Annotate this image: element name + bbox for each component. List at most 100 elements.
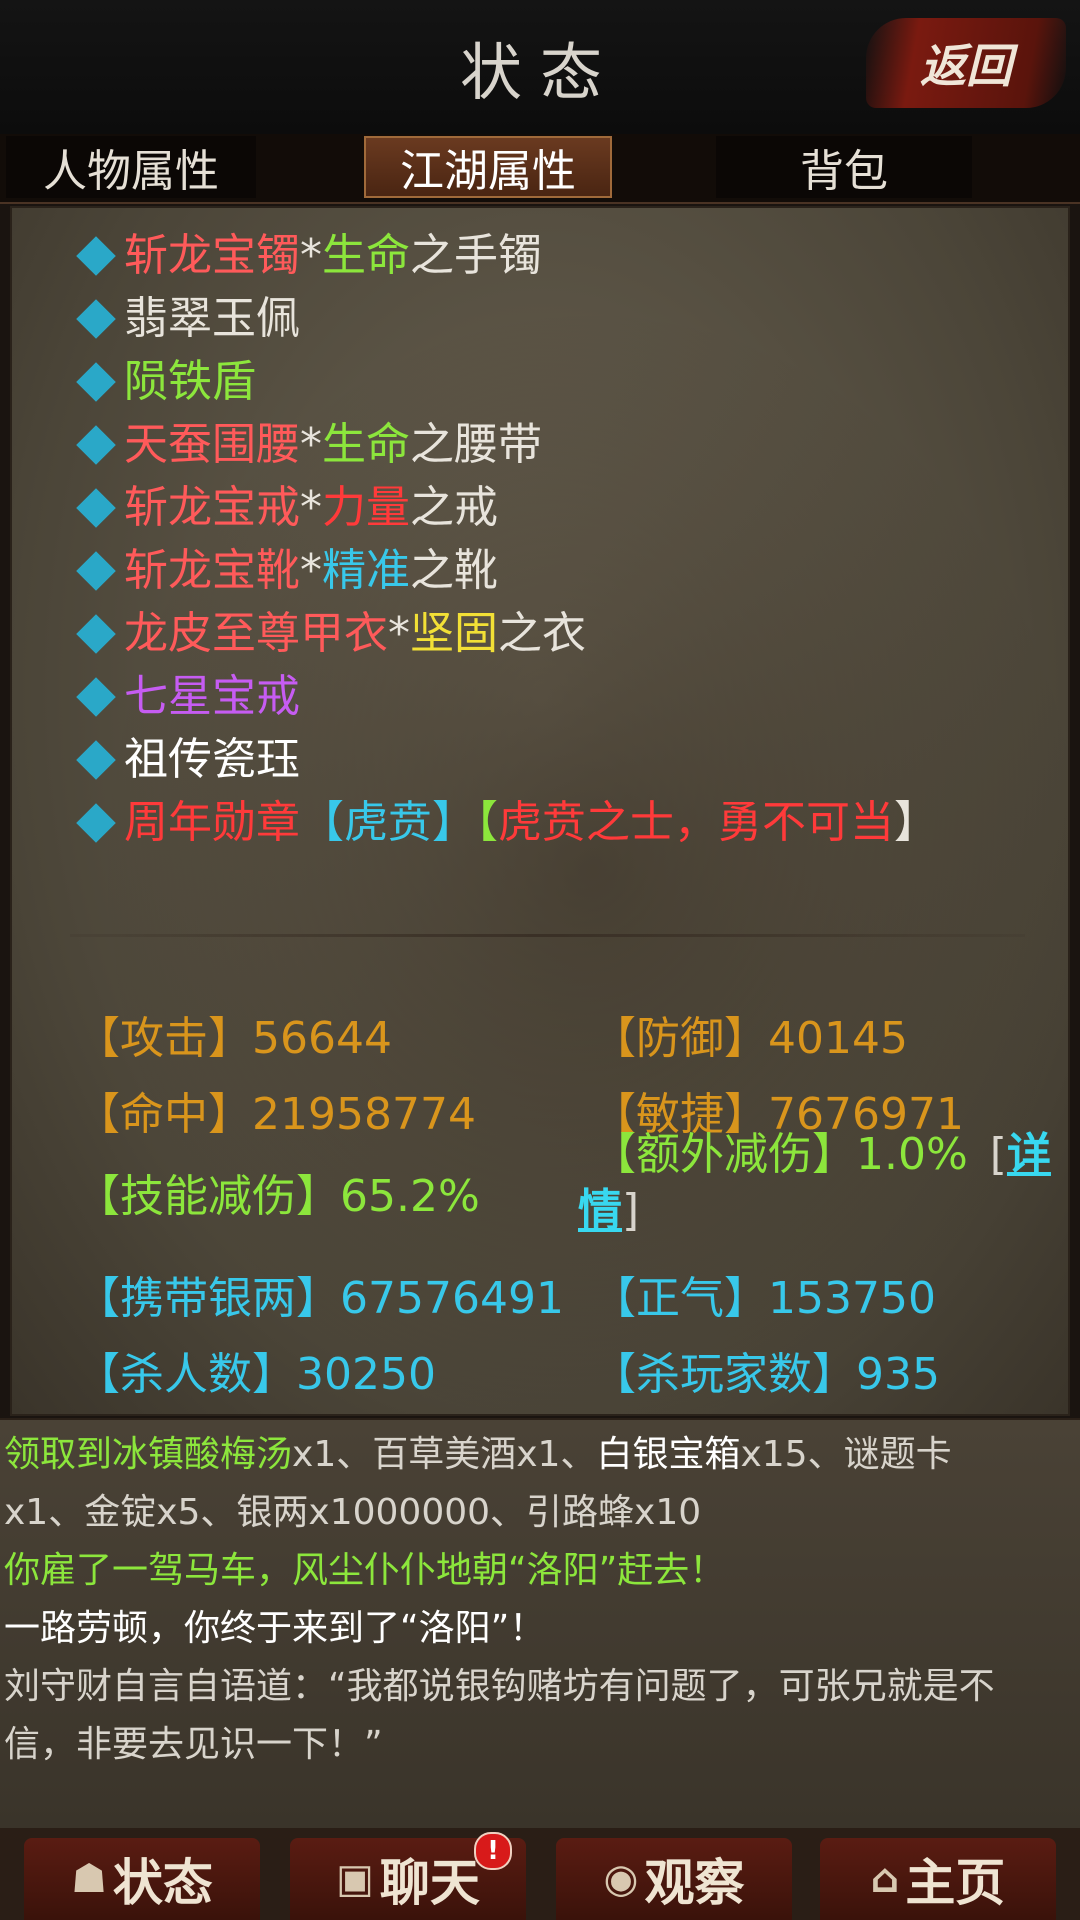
log-line-rewards: 领取到冰镇酸梅汤x1、百草美酒x1、白银宝箱x15、谜题卡 <box>4 1426 952 1484</box>
equipment-item[interactable]: 天蚕围腰*生命之腰带 <box>74 413 938 476</box>
stat-value: 153750 <box>768 1273 936 1324</box>
diamond-bullet-icon <box>76 236 116 276</box>
nav-chat-button[interactable]: ▣ 聊天 ! <box>290 1832 526 1920</box>
equipment-name-part: 】 <box>894 797 938 848</box>
equipment-name-part: 斩龙宝镯 <box>124 230 300 281</box>
log-text-part: x1、百草美酒x1、 <box>292 1434 597 1475</box>
stat-label: 【技能减伤】 <box>76 1171 340 1222</box>
diamond-bullet-icon <box>76 677 116 717</box>
equipment-name-part: 斩龙宝靴 <box>124 545 300 596</box>
equipment-name-part: 生命 <box>322 230 410 281</box>
diamond-bullet-icon <box>76 299 116 339</box>
stat-skill-damage-reduction: 【技能减伤】65.2% <box>76 1160 480 1224</box>
eye-icon: ◉ <box>603 1856 639 1902</box>
stat-kills: 【杀人数】30250 <box>76 1338 436 1402</box>
equipment-name-part: 之手镯 <box>410 230 542 281</box>
stat-extra-damage-reduction: 【额外减伤】1.0% [详 <box>592 1118 1051 1182</box>
equipment-item[interactable]: 龙皮至尊甲衣*坚固之衣 <box>74 602 938 665</box>
equipment-item[interactable]: 祖传瓷珏 <box>74 728 938 791</box>
nav-home-button[interactable]: ⌂ 主页 <box>820 1838 1056 1920</box>
equipment-item[interactable]: 斩龙宝靴*精准之靴 <box>74 539 938 602</box>
nav-status-button[interactable]: ☗ 状态 <box>24 1838 260 1920</box>
tab-character-attributes[interactable]: 人物属性 <box>6 136 256 198</box>
diamond-bullet-icon <box>76 488 116 528</box>
details-link[interactable]: 情 <box>578 1185 622 1236</box>
equipment-name-part: 虎贲之士，勇不可当 <box>498 797 894 848</box>
stat-value: 40145 <box>768 1013 908 1064</box>
equipment-name-part: * <box>388 608 410 659</box>
stat-silver: 【携带银两】67576491 <box>76 1262 564 1326</box>
tab-backpack[interactable]: 背包 <box>716 136 972 198</box>
diamond-bullet-icon <box>76 425 116 465</box>
equipment-name-part: 【虎贲】 <box>300 797 476 848</box>
equipment-name-part: 【 <box>476 797 498 848</box>
nav-label: 观察 <box>644 1854 745 1912</box>
equipment-name-part: 之戒 <box>410 482 498 533</box>
diamond-bullet-icon <box>76 614 116 654</box>
stat-value: 21958774 <box>252 1089 476 1140</box>
equipment-name-part: 坚固 <box>410 608 498 659</box>
equipment-name-part: 之衣 <box>498 608 586 659</box>
stat-label: 【攻击】 <box>76 1013 252 1064</box>
equipment-item[interactable]: 周年勋章【虎贲】【虎贲之士，勇不可当】 <box>74 791 938 854</box>
details-link[interactable]: 详 <box>1007 1129 1051 1180</box>
equipment-name-part: 周年勋章 <box>124 797 300 848</box>
attributes-panel: 斩龙宝镯*生命之手镯 翡翠玉佩 陨铁盾 天蚕围腰*生命之腰带 斩龙宝戒*力量之戒 斩龙宝靴… <box>10 206 1070 1416</box>
equipment-item[interactable]: 斩龙宝镯*生命之手镯 <box>74 224 938 287</box>
equipment-item[interactable]: 斩龙宝戒*力量之戒 <box>74 476 938 539</box>
equipment-name-part: 天蚕围腰 <box>124 419 300 470</box>
equipment-name-part: 生命 <box>322 419 410 470</box>
equipment-name-part: 翡翠玉佩 <box>124 293 300 344</box>
back-button[interactable]: 返回 <box>866 18 1066 108</box>
details-link-continued: 情] <box>578 1174 639 1238</box>
stat-righteousness: 【正气】153750 <box>592 1262 936 1326</box>
stat-label: 【防御】 <box>592 1013 768 1064</box>
stat-value: 1.0% <box>856 1129 968 1180</box>
log-line-rewards-cont: x1、金锭x5、银两x1000000、引路蜂x10 <box>4 1492 702 1533</box>
stat-label: 【杀人数】 <box>76 1349 296 1400</box>
person-icon: ☗ <box>71 1856 107 1902</box>
equipment-item[interactable]: 七星宝戒 <box>74 665 938 728</box>
tab-jianghu-attributes[interactable]: 江湖属性 <box>364 136 612 198</box>
equipment-name-part: 祖传瓷珏 <box>124 734 300 785</box>
header: 状态 返回 <box>0 0 1080 136</box>
log-line-arrived: 一路劳顿，你终于来到了“洛阳”！ <box>4 1608 546 1649</box>
equipment-name-part: 精准 <box>322 545 410 596</box>
stat-value: 65.2% <box>340 1171 480 1222</box>
log-text-part: 领取到冰镇酸梅汤 <box>4 1434 293 1475</box>
chat-icon: ▣ <box>336 1856 374 1902</box>
equipment-name-part: 陨铁盾 <box>124 356 256 407</box>
stat-value: 67576491 <box>340 1273 564 1324</box>
equipment-list: 斩龙宝镯*生命之手镯 翡翠玉佩 陨铁盾 天蚕围腰*生命之腰带 斩龙宝戒*力量之戒 斩龙宝靴… <box>74 224 938 854</box>
equipment-name-part: 斩龙宝戒 <box>124 482 300 533</box>
equipment-name-part: * <box>300 482 322 533</box>
diamond-bullet-icon <box>76 362 116 402</box>
stat-value: 56644 <box>252 1013 392 1064</box>
log-line-npc-speech: 刘守财自言自语道：“我都说银钩赌坊有问题了，可张兄就是不 <box>4 1666 995 1707</box>
message-log: 领取到冰镇酸梅汤x1、百草美酒x1、白银宝箱x15、谜题卡 x1、金锭x5、银两… <box>0 1418 1080 1830</box>
log-line-npc-speech-cont: 信，非要去见识一下！” <box>4 1724 383 1765</box>
equipment-name-part: 之靴 <box>410 545 498 596</box>
equipment-name-part: 七星宝戒 <box>124 671 300 722</box>
divider <box>70 934 1025 937</box>
equipment-name-part: * <box>300 545 322 596</box>
bracket: [ <box>989 1129 1007 1180</box>
equipment-item[interactable]: 翡翠玉佩 <box>74 287 938 350</box>
stat-label: 【携带银两】 <box>76 1273 340 1324</box>
nav-observe-button[interactable]: ◉ 观察 <box>556 1838 792 1920</box>
equipment-name-part: 之腰带 <box>410 419 542 470</box>
equipment-name-part: 龙皮至尊甲衣 <box>124 608 388 659</box>
stat-attack: 【攻击】56644 <box>76 1002 392 1066</box>
diamond-bullet-icon <box>76 740 116 780</box>
diamond-bullet-icon <box>76 551 116 591</box>
stat-hit: 【命中】21958774 <box>76 1078 476 1142</box>
diamond-bullet-icon <box>76 803 116 843</box>
home-icon: ⌂ <box>870 1856 900 1902</box>
stat-value: 30250 <box>296 1349 436 1400</box>
notification-badge: ! <box>474 1832 512 1870</box>
equipment-item[interactable]: 陨铁盾 <box>74 350 938 413</box>
stat-label: 【额外减伤】 <box>592 1129 856 1180</box>
bracket: ] <box>622 1185 640 1236</box>
bottom-nav: ☗ 状态 ▣ 聊天 ! ◉ 观察 ⌂ 主页 <box>0 1828 1080 1920</box>
stat-value: 935 <box>856 1349 940 1400</box>
